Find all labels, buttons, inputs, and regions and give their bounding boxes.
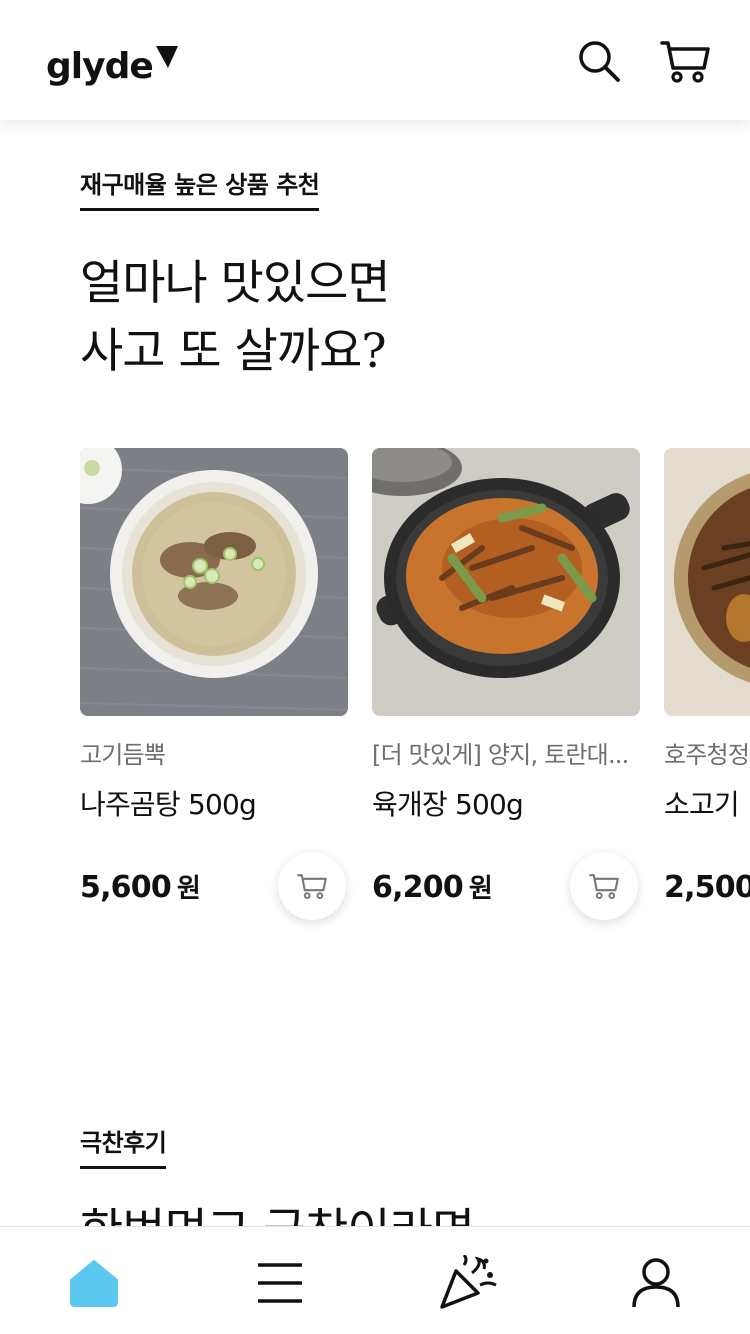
logo[interactable]: glyde bbox=[46, 44, 180, 90]
product-name[interactable]: 육개장 500g bbox=[372, 788, 640, 822]
product-price: 6,200 원 bbox=[372, 868, 493, 905]
bottom-navigation bbox=[0, 1226, 750, 1334]
section-headline: 얼마나 맛있으면 사고 또 살까요? bbox=[80, 250, 391, 386]
menu-icon bbox=[258, 1263, 302, 1303]
price-value: 2,500 bbox=[664, 870, 750, 905]
product-name[interactable]: 소고기 bbox=[664, 788, 750, 822]
product-card[interactable]: 고기듬뿍 나주곰탕 500g 5,600 원 bbox=[80, 448, 348, 920]
logo-text: glyde bbox=[46, 46, 154, 87]
price-currency: 원 bbox=[468, 874, 493, 904]
nav-events[interactable] bbox=[438, 1253, 498, 1313]
logo-triangle-icon bbox=[155, 46, 178, 68]
product-subtitle: 고기듬뿍 bbox=[80, 741, 166, 769]
product-carousel[interactable]: 고기듬뿍 나주곰탕 500g 5,600 원 [더 맛있게] 양지, 토란대..… bbox=[80, 448, 750, 948]
section-tag-recommend: 재구매율 높은 상품 추천 bbox=[80, 170, 320, 211]
product-subtitle: 호주청정 bbox=[664, 741, 750, 769]
nav-mypage[interactable] bbox=[626, 1253, 686, 1313]
search-icon bbox=[579, 41, 620, 82]
product-image-yukgaejang[interactable] bbox=[372, 448, 640, 716]
product-card[interactable]: 호주청정 소고기 2,500원 bbox=[664, 448, 750, 905]
section-tag-reviews: 극찬후기 bbox=[80, 1128, 167, 1169]
user-icon bbox=[632, 1258, 680, 1308]
home-icon bbox=[70, 1260, 118, 1307]
search-button[interactable] bbox=[574, 36, 624, 86]
add-to-cart-button[interactable] bbox=[570, 852, 638, 920]
nav-menu[interactable] bbox=[250, 1253, 310, 1313]
cart-button[interactable] bbox=[660, 36, 710, 86]
add-to-cart-button[interactable] bbox=[278, 852, 346, 920]
party-popper-icon bbox=[440, 1255, 497, 1309]
product-card[interactable]: [더 맛있게] 양지, 토란대... 육개장 500g 6,200 원 bbox=[372, 448, 640, 920]
product-image-gomtang[interactable] bbox=[80, 448, 348, 716]
product-price: 2,500원 bbox=[664, 868, 750, 905]
price-value: 5,600 bbox=[80, 870, 172, 905]
app-header: glyde bbox=[0, 0, 750, 120]
headline-line-2: 사고 또 살까요? bbox=[80, 324, 387, 379]
cart-icon bbox=[297, 874, 327, 899]
product-image-jangjorim[interactable] bbox=[664, 448, 750, 716]
cart-icon bbox=[660, 41, 710, 83]
price-value: 6,200 bbox=[372, 870, 464, 905]
product-subtitle: [더 맛있게] 양지, 토란대... bbox=[372, 741, 629, 769]
headline-line-1: 얼마나 맛있으면 bbox=[80, 256, 391, 311]
price-currency: 원 bbox=[176, 874, 201, 904]
product-name[interactable]: 나주곰탕 500g bbox=[80, 788, 348, 822]
nav-home[interactable] bbox=[64, 1253, 124, 1313]
cart-icon bbox=[589, 874, 619, 899]
product-price: 5,600 원 bbox=[80, 868, 201, 905]
